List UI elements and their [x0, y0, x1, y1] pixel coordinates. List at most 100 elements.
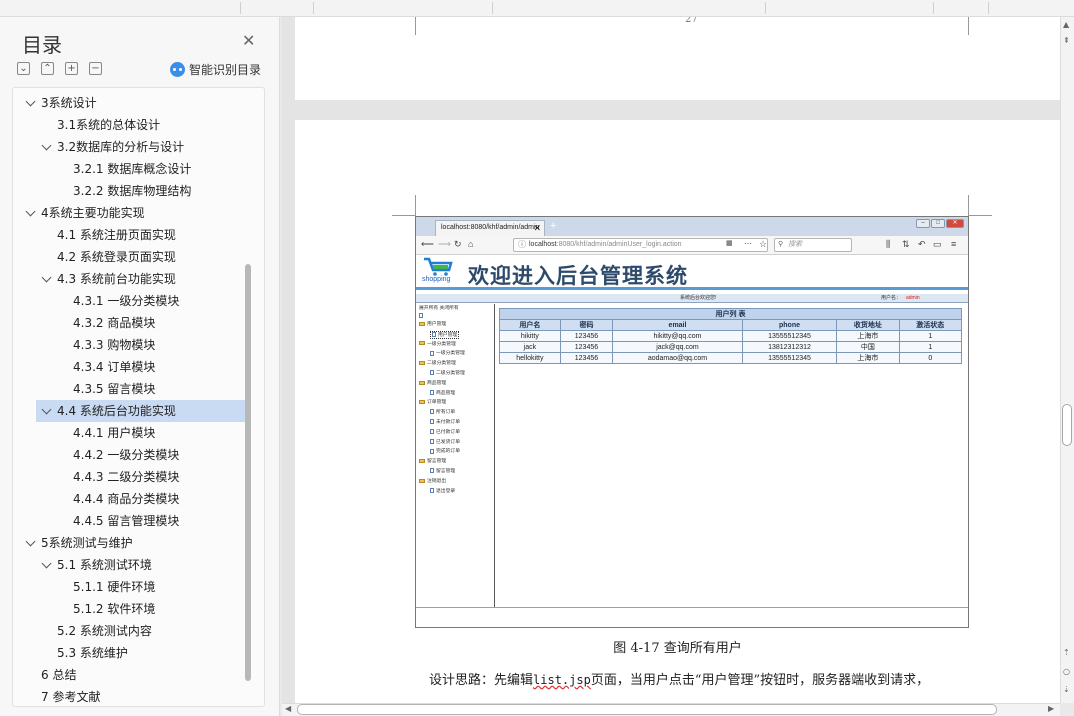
sidebar-icon[interactable]: ▭	[933, 239, 942, 250]
tree-folder[interactable]: 商品管理	[419, 380, 446, 388]
toc-item[interactable]: 4.4.3 二级分类模块	[13, 466, 253, 488]
toc-item[interactable]: 4.3.3 购物模块	[13, 334, 253, 356]
prev-page-icon[interactable]: ⇡	[1063, 648, 1070, 657]
tree-folder[interactable]: 用户管理	[419, 321, 446, 329]
chevron-up-icon[interactable]: ⌃	[41, 62, 54, 75]
close-icon[interactable]: ✕	[242, 31, 255, 50]
toc-item[interactable]: 5.3 系统维护	[13, 642, 253, 664]
toc-item[interactable]: 4.4 系统后台功能实现	[36, 400, 246, 422]
window-close-icon[interactable]: ✕	[946, 219, 964, 228]
scroll-left-icon[interactable]: ◀	[285, 704, 291, 713]
browser-tab[interactable]: localhost:8080/khf/admin/admin ✕	[435, 220, 545, 236]
toc-item-label: 4.3 系统前台功能实现	[57, 272, 176, 286]
chevron-down-icon[interactable]	[41, 558, 52, 569]
page-up-icon[interactable]: ⇞	[1063, 36, 1070, 45]
user-label: 用户名：	[881, 295, 902, 301]
tree-leaf[interactable]: 退出登录	[430, 487, 455, 496]
more-icon[interactable]: ⋯	[744, 239, 752, 248]
toc-item[interactable]: 4.4.1 用户模块	[13, 422, 253, 444]
chevron-down-icon[interactable]	[41, 140, 52, 151]
page-icon	[430, 468, 434, 474]
toc-item[interactable]: 4.3.5 留言模块	[13, 378, 253, 400]
document-canvas: 27 localhost:8080/khf/admin/admin ✕ + – …	[282, 17, 1060, 703]
toc-item-label: 4.4.5 留言管理模块	[73, 514, 180, 528]
toc-item[interactable]: 4.1 系统注册页面实现	[13, 224, 253, 246]
tree-folder[interactable]: 留言管理	[419, 458, 446, 466]
toc-item[interactable]: 7 参考文献	[13, 686, 253, 706]
toc-item[interactable]: 5.2 系统测试内容	[13, 620, 253, 642]
tree-leaf[interactable]: 已发货订单	[430, 438, 460, 447]
toc-item[interactable]: 5.1.1 硬件环境	[13, 576, 253, 598]
toc-item[interactable]: 4.2 系统登录页面实现	[13, 246, 253, 268]
toc-item[interactable]: 3.1系统的总体设计	[13, 114, 253, 136]
back-icon[interactable]: ⟵	[421, 239, 434, 250]
browser-search-input[interactable]: ⚲ 搜索	[774, 238, 852, 252]
forward-icon[interactable]: ⟶	[438, 239, 451, 250]
tree-folder[interactable]: 二级分类管理	[419, 360, 456, 368]
tree-leaf[interactable]: 商品管理	[430, 389, 455, 398]
toc-item[interactable]: 5.1.2 软件环境	[13, 598, 253, 620]
folder-icon	[419, 400, 425, 405]
toc-item[interactable]: 3.2数据库的分析与设计	[13, 136, 253, 158]
tree-leaf[interactable]: 一级分类管理	[430, 350, 465, 358]
toc-item[interactable]: 4.4.5 留言管理模块	[13, 510, 253, 532]
sync-icon[interactable]: ⇅	[902, 239, 910, 250]
chevron-down-icon[interactable]	[41, 272, 52, 283]
toc-item[interactable]: 4系统主要功能实现	[13, 202, 253, 224]
toc-item[interactable]: 4.4.2 一级分类模块	[13, 444, 253, 466]
new-tab-icon[interactable]: +	[550, 220, 556, 232]
toc-item[interactable]: 3.2.2 数据库物理结构	[13, 180, 253, 202]
qr-icon[interactable]: ▦	[726, 239, 733, 247]
tree-leaf[interactable]: 用户管理	[430, 330, 460, 339]
tree-folder[interactable]: 注销退出	[419, 478, 446, 486]
tree-controls[interactable]: 展开所有 关闭所有	[419, 305, 459, 313]
toc-item[interactable]: 4.3.2 商品模块	[13, 312, 253, 334]
select-browse-icon[interactable]: ○	[1063, 667, 1070, 676]
chevron-down-icon[interactable]	[41, 404, 52, 415]
scroll-up-icon[interactable]: ▲	[1063, 20, 1069, 29]
collapse-icon[interactable]: −	[89, 62, 102, 75]
toc-scrollbar[interactable]	[245, 264, 251, 681]
toc-item[interactable]: 5系统测试与维护	[13, 532, 253, 554]
admin-banner: shopping 欢迎进入后台管理系统	[416, 256, 968, 290]
library-icon[interactable]: ⫼	[886, 239, 890, 250]
toc-item[interactable]: 4.3.1 一级分类模块	[13, 290, 253, 312]
table-cell: hikitty	[499, 330, 561, 342]
tab-close-icon[interactable]: ✕	[533, 221, 541, 235]
star-icon[interactable]: ☆	[759, 239, 767, 250]
toc-item[interactable]: 4.3.4 订单模块	[13, 356, 253, 378]
tree-leaf[interactable]: 完成的订单	[430, 448, 460, 456]
tree-leaf[interactable]: 未付款订单	[430, 419, 460, 427]
toc-item[interactable]: 6 总结	[13, 664, 253, 686]
expand-icon[interactable]: +	[65, 62, 78, 75]
tree-leaf[interactable]: 所有订单	[430, 409, 455, 417]
toc-item[interactable]: 3.2.1 数据库概念设计	[13, 158, 253, 180]
url-path: :8080/khf/admin/adminUser_login.action	[556, 241, 682, 248]
undo-icon[interactable]: ↶	[918, 239, 926, 250]
vertical-scroll-thumb[interactable]	[1062, 404, 1072, 446]
tree-folder[interactable]: 订单管理	[419, 399, 446, 407]
chevron-down-icon[interactable]	[25, 536, 36, 547]
maximize-icon[interactable]: □	[931, 219, 945, 228]
scroll-right-icon[interactable]: ▶	[1048, 704, 1054, 713]
tree-leaf[interactable]: 二级分类管理	[430, 370, 465, 378]
toc-item[interactable]: 4.4.4 商品分类模块	[13, 488, 253, 510]
reload-icon[interactable]: ↻	[454, 239, 462, 250]
home-icon[interactable]: ⌂	[468, 239, 473, 249]
horizontal-scroll-thumb[interactable]	[297, 704, 997, 715]
toc-item[interactable]: 5.1 系统测试环境	[13, 554, 253, 576]
chevron-down-icon[interactable]	[25, 96, 36, 107]
vertical-scrollbar[interactable]	[1060, 17, 1074, 703]
smart-toc-button[interactable]: 智能识别目录	[170, 61, 261, 78]
chevron-down-icon[interactable]	[25, 206, 36, 217]
tree-leaf[interactable]: 留言管理	[430, 468, 455, 476]
toc-item[interactable]: 4.3 系统前台功能实现	[13, 268, 253, 290]
menu-icon[interactable]: ≡	[951, 239, 956, 249]
tree-leaf[interactable]: 已付款订单	[430, 429, 460, 437]
minimize-icon[interactable]: –	[916, 219, 930, 228]
next-page-icon[interactable]: ⇣	[1063, 685, 1070, 694]
browser-tab-title: localhost:8080/khf/admin/admin	[441, 224, 540, 231]
tree-folder[interactable]: 一级分类管理	[419, 341, 456, 349]
toc-item[interactable]: 3系统设计	[13, 92, 253, 114]
collapse-all-icon[interactable]: ⌄	[17, 62, 30, 75]
